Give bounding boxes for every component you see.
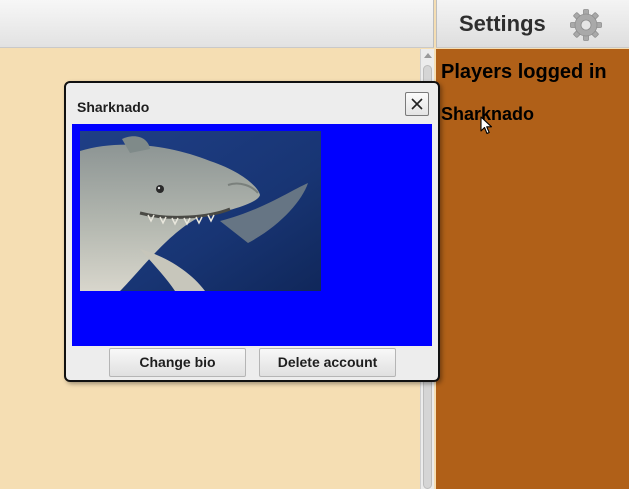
players-title: Players logged in: [441, 61, 607, 83]
close-button[interactable]: [405, 92, 429, 116]
players-panel: Players logged in Sharknado: [436, 49, 629, 489]
dialog-title: Sharknado: [77, 99, 150, 115]
bio-area: [72, 124, 432, 346]
top-toolbar: [0, 0, 434, 48]
settings-button[interactable]: Settings: [436, 0, 629, 48]
mouse-cursor-icon: [480, 116, 493, 135]
profile-dialog: Sharknado Change bio Delete account: [64, 81, 440, 382]
delete-account-button[interactable]: Delete account: [259, 348, 396, 377]
gear-icon: [570, 9, 602, 41]
shark-image: [80, 131, 321, 291]
scroll-up-arrow-icon[interactable]: [424, 53, 432, 58]
change-bio-button[interactable]: Change bio: [109, 348, 246, 377]
settings-label: Settings: [459, 11, 546, 36]
close-icon: [411, 98, 423, 110]
